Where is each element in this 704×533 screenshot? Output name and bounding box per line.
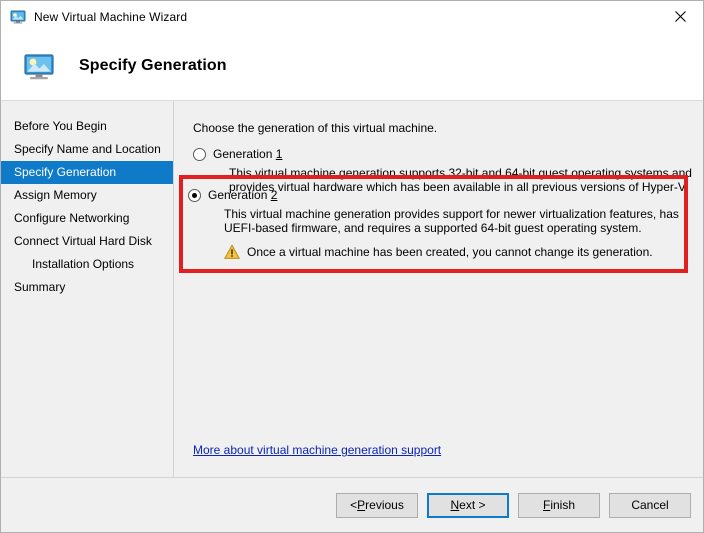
generation-2-option-wrapper: Generation 2 This virtual machine genera…	[188, 187, 683, 260]
page-header: Specify Generation	[1, 32, 703, 101]
generation-2-description: This virtual machine generation provides…	[224, 207, 679, 235]
new-virtual-machine-wizard-window: New Virtual Machine Wizard Specify Gener…	[0, 0, 704, 533]
finish-button-suffix: inish	[550, 498, 576, 512]
previous-button-prefix: <	[350, 498, 358, 512]
sidebar-item-connect-virtual-hard-disk[interactable]: Connect Virtual Hard Disk	[1, 230, 173, 253]
virtual-machine-icon	[23, 50, 55, 82]
previous-button-suffix: revious	[365, 498, 404, 512]
next-button[interactable]: Next >	[427, 492, 509, 518]
generation-2-label-text: Generation	[208, 188, 271, 202]
sidebar-item-installation-options[interactable]: Installation Options	[1, 253, 173, 276]
generation-1-radio[interactable]	[193, 148, 206, 161]
generation-1-label: Generation 1	[213, 146, 693, 162]
wizard-steps-sidebar: Before You Begin Specify Name and Locati…	[1, 101, 174, 477]
previous-button[interactable]: < Previous	[336, 492, 418, 518]
virtual-machine-icon	[10, 9, 26, 25]
generation-2-accesskey: 2	[270, 188, 278, 202]
sidebar-item-specify-name-and-location[interactable]: Specify Name and Location	[1, 138, 173, 161]
sidebar-item-specify-generation[interactable]: Specify Generation	[1, 161, 173, 184]
warning-triangle-icon	[223, 244, 241, 260]
wizard-footer: < Previous Next > Finish Cancel	[1, 477, 703, 532]
generation-1-accesskey: 1	[275, 147, 283, 161]
title-bar: New Virtual Machine Wizard	[1, 1, 703, 32]
intro-text: Choose the generation of this virtual ma…	[193, 121, 438, 135]
finish-button[interactable]: Finish	[518, 492, 600, 518]
cancel-button-label: Cancel	[631, 498, 669, 512]
generation-2-radio[interactable]	[188, 189, 201, 202]
finish-button-accesskey: F	[542, 498, 551, 512]
generation-1-label-text: Generation	[213, 147, 276, 161]
close-icon[interactable]	[657, 1, 703, 32]
wizard-body: Before You Begin Specify Name and Locati…	[1, 101, 703, 477]
more-about-generation-link[interactable]: More about virtual machine generation su…	[193, 443, 441, 457]
generation-2-option[interactable]: Generation 2 This virtual machine genera…	[188, 187, 683, 260]
page-title: Specify Generation	[79, 57, 227, 74]
next-button-accesskey: N	[450, 498, 460, 512]
sidebar-item-assign-memory[interactable]: Assign Memory	[1, 184, 173, 207]
next-button-suffix: ext >	[459, 498, 486, 512]
cancel-button[interactable]: Cancel	[609, 492, 691, 518]
generation-2-label: Generation 2	[208, 187, 683, 203]
wizard-content-pane: Choose the generation of this virtual ma…	[174, 101, 703, 477]
generation-warning: Once a virtual machine has been created,…	[208, 244, 683, 260]
sidebar-item-before-you-begin[interactable]: Before You Begin	[1, 115, 173, 138]
window-title: New Virtual Machine Wizard	[34, 9, 188, 24]
warning-text: Once a virtual machine has been created,…	[247, 245, 653, 259]
previous-button-accesskey: P	[357, 498, 366, 512]
sidebar-item-summary[interactable]: Summary	[1, 276, 173, 299]
sidebar-item-configure-networking[interactable]: Configure Networking	[1, 207, 173, 230]
